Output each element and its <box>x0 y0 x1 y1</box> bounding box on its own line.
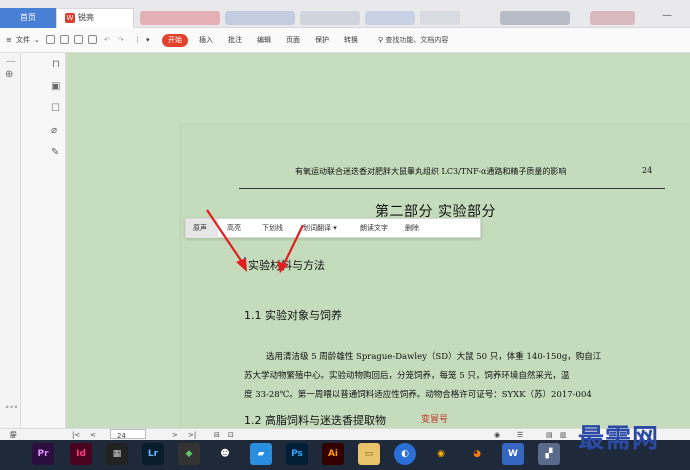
browser-icon[interactable]: ◐ <box>394 443 416 465</box>
menu-file[interactable]: 文件 <box>16 28 30 53</box>
image-icon[interactable]: ▣ <box>51 81 60 92</box>
blurred-tab <box>590 11 635 25</box>
preview-icon[interactable] <box>88 35 97 44</box>
tab-bar: 首页 W 锐亮 — <box>0 0 690 28</box>
chrome-icon[interactable]: ◉ <box>430 443 452 465</box>
tab-document[interactable]: W 锐亮 <box>56 8 134 28</box>
menu-page[interactable]: 页面 <box>286 28 300 53</box>
translate-button[interactable]: 划词翻译 ▾ <box>299 219 351 238</box>
menu-comment[interactable]: 批注 <box>228 28 242 53</box>
qq-icon[interactable]: ☻ <box>214 443 236 465</box>
hamburger-icon[interactable]: ≡ <box>6 28 12 53</box>
paragraph-line: 苏大学动物繁殖中心。实验动物购回后，分笼饲养，每笼 5 只，饲养环境自然采光，温 <box>244 371 570 381</box>
menu-insert[interactable]: 插入 <box>199 28 213 53</box>
chevron-down-icon: ▾ <box>333 224 337 232</box>
illustrator-icon[interactable]: Ai <box>322 443 344 465</box>
signature-icon[interactable]: ✎ <box>51 147 59 158</box>
more-icon[interactable]: ∘∘∘ <box>5 403 18 411</box>
menu-protect[interactable]: 保护 <box>315 28 329 53</box>
undo-icon[interactable]: ↶ <box>104 28 110 53</box>
watermark-logo: 最需网 <box>578 424 660 454</box>
page-number: 24 <box>642 166 653 175</box>
open-icon[interactable] <box>46 35 55 44</box>
menu-start[interactable]: 开始 <box>162 34 188 47</box>
page-number-input[interactable]: 24 <box>110 429 146 440</box>
tab-home[interactable]: 首页 <box>0 8 56 28</box>
document-page[interactable]: 有氧运动联合迷迭香对肥胖大鼠睾丸组织 LC3/TNF-α通路和精子质量的影响 2… <box>181 125 690 428</box>
zoom-icon[interactable]: ⊕ <box>5 69 13 80</box>
blurred-tab <box>140 11 220 25</box>
selection-toolbar: 原声 高亮 下划线 划词翻译 ▾ 朗读文字 删除 <box>185 218 481 238</box>
annotation-mark: 变冒号 <box>421 415 449 425</box>
film-icon[interactable]: ▦ <box>106 443 128 465</box>
paragraph-line: 选用清洁级 5 周龄雄性 Sprague-Dawley（SD）大鼠 50 只，体… <box>266 352 602 362</box>
underline-button[interactable]: 下划线 <box>258 219 294 238</box>
app-icon[interactable]: ◆ <box>178 443 200 465</box>
blurred-tab <box>420 11 460 25</box>
section-heading: 实验材料与方法 <box>248 259 325 272</box>
search-input[interactable]: ⚲ 查找功能、文档内容 <box>378 28 448 53</box>
redo-icon[interactable]: ↷ <box>118 28 124 53</box>
print-icon[interactable] <box>74 35 83 44</box>
app-icon[interactable]: ▞ <box>538 443 560 465</box>
translate-label: 划词翻译 <box>303 224 331 232</box>
folder-icon[interactable]: ▰ <box>250 443 272 465</box>
subsection-heading: 1.1 实验对象与饲养 <box>244 309 342 322</box>
wps-icon: W <box>65 12 75 23</box>
lightroom-icon[interactable]: Lr <box>142 443 164 465</box>
collapse-icon[interactable]: — <box>6 56 16 67</box>
tab-document-label: 锐亮 <box>78 13 94 22</box>
premiere-icon[interactable]: Pr <box>32 443 54 465</box>
firefox-icon[interactable]: ◕ <box>466 443 488 465</box>
running-header: 有氧运动联合迷迭香对肥胖大鼠睾丸组织 LC3/TNF-α通路和精子质量的影响 <box>295 167 567 176</box>
explorer-icon[interactable]: ▭ <box>358 443 380 465</box>
minimize-icon[interactable]: — <box>662 10 672 21</box>
highlight-button[interactable]: 高亮 <box>223 219 251 238</box>
header-rule <box>239 175 665 189</box>
source-button[interactable]: 原声 <box>186 219 218 238</box>
attachment-icon[interactable]: ⌀ <box>51 125 57 136</box>
save-icon[interactable] <box>60 35 69 44</box>
comment-icon[interactable]: ☐ <box>51 103 60 114</box>
menu-bar: ≡ 文件 ⌄ ↶ ↷ ⋮ ▾ 开始 插入 批注 编辑 页面 保护 转换 ⚲ 查找… <box>0 28 690 53</box>
blurred-tab <box>500 11 570 25</box>
read-aloud-button[interactable]: 朗读文字 <box>356 219 396 238</box>
paragraph-line: 度 33-28℃。第一周喂以普通饲料适应性饲养。动物合格许可证号：SYXK（苏）… <box>244 390 592 400</box>
bookmark-icon[interactable]: ⊓ <box>52 59 60 70</box>
menu-edit[interactable]: 编辑 <box>257 28 271 53</box>
delete-button[interactable]: 删除 <box>401 219 429 238</box>
blurred-tab <box>225 11 295 25</box>
indesign-icon[interactable]: Id <box>70 443 92 465</box>
search-placeholder: 查找功能、文档内容 <box>385 36 449 44</box>
chevron-down-icon[interactable]: ▾ <box>146 28 150 53</box>
side-panel: ⊓ ▣ ☐ ⌀ ✎ <box>21 53 66 428</box>
blurred-tab <box>365 11 415 25</box>
document-area[interactable]: 有氧运动联合迷迭香对肥胖大鼠睾丸组织 LC3/TNF-α通路和精子质量的影响 2… <box>66 53 690 428</box>
photoshop-icon[interactable]: Ps <box>286 443 308 465</box>
more-icon[interactable]: ⋮ <box>134 28 141 53</box>
subsection-heading: 1.2 高脂饲料与迷迭香提取物 <box>244 414 386 427</box>
text-cursor <box>244 257 246 269</box>
wps-taskbar-icon[interactable]: W <box>502 443 524 465</box>
left-toolbar: — ⊕ ∘∘∘ <box>0 53 21 428</box>
menu-convert[interactable]: 转换 <box>344 28 358 53</box>
chevron-down-icon[interactable]: ⌄ <box>34 28 40 53</box>
blurred-tab <box>300 11 360 25</box>
